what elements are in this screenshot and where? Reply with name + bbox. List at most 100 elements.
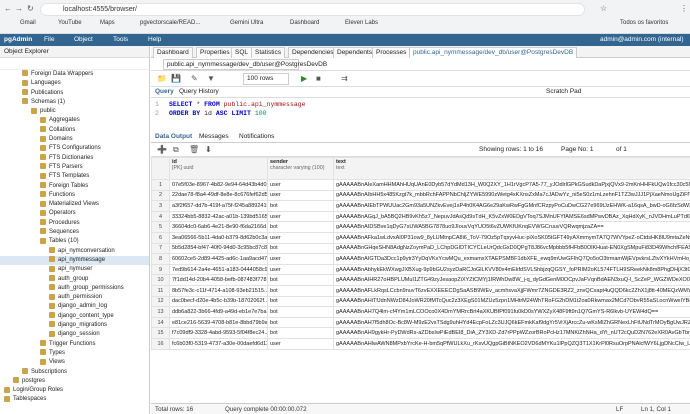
tree-node[interactable]: Collations [0, 126, 149, 135]
table-cell[interactable]: gAAAAABnAIDSBve1qDyG7sUWA5BG7878uo9JIouv… [333, 221, 690, 233]
table-cell[interactable]: gAAAAABnAH7f5dh8Oc-Bc8W-M9zE2vsTSdg9uhHY… [333, 316, 690, 329]
table-cell[interactable]: user [267, 189, 334, 202]
tree-node[interactable]: FTS Templates [0, 172, 149, 181]
table-cell[interactable]: gAAAAABnAIHR27oHBPLUMuI1ZTG49zyJesaopZiX… [333, 274, 690, 286]
table-cell[interactable]: user [267, 253, 334, 265]
table-cell[interactable]: gAAAAABnAIeXamHHMAhHUqUAnE0Dyb57dYdMd13H… [333, 179, 690, 191]
row-number[interactable]: 8 [151, 253, 170, 265]
panel-tab[interactable]: public.api_nymmessage/dev_db/user@Postgr… [409, 47, 578, 58]
rows-limit-select[interactable]: 100 rows [243, 73, 289, 85]
address-bar[interactable]: localhost:4555/browser/ [40, 3, 585, 16]
table-row[interactable]: 12 dac0becf-d20e-4b5c-b39b-18702062f... bo… [151, 295, 690, 308]
table-cell[interactable]: 8b57fe3c-c11f-4714-a108-93eb21515... [169, 284, 268, 297]
tree-node[interactable]: Aggregates [0, 116, 149, 125]
panel-tab[interactable]: Dependents [333, 47, 377, 58]
tree-node[interactable]: Procedures [0, 219, 149, 228]
row-number[interactable]: 7 [151, 242, 170, 255]
tab-messages[interactable]: Messages [199, 133, 229, 140]
tree-node[interactable]: Tables (10) [0, 237, 149, 246]
tab-data-output[interactable]: Data Output [155, 133, 192, 140]
tree-node[interactable]: Schemas (1) [0, 98, 149, 107]
tree-node[interactable]: Materialized Views [0, 200, 149, 209]
scratch-pad-tab[interactable]: Scratch Pad [546, 88, 581, 95]
table-cell[interactable]: 60602ce5-2d89-4425-ad6c-1aa9acd47... [169, 253, 268, 265]
table-cell[interactable]: 7ed9b614-2a4e-4651-a183-0444058c9... [169, 263, 268, 276]
menu-file[interactable]: File [44, 36, 54, 43]
table-cell[interactable]: 5b5d2854-bf47-40f0-94d0-3c95bc87c8... [169, 242, 268, 255]
table-cell[interactable]: gAAAAABnGHqeSHN8AdgNzZoymPaD_LChpDGIDTIC… [333, 242, 690, 255]
table-cell[interactable]: 22dae78-f8a4-49df-8e8e-8c676fef62d5 [169, 189, 268, 202]
tree-node[interactable]: postgres [0, 377, 149, 386]
table-row[interactable]: 15 f7c09df9-3328-4abd-9593-5f04f8ec24... b… [151, 327, 690, 339]
table-row[interactable]: 3 a3f2f657-dd7b-419f-a75f-f245a8892415 bot… [151, 200, 690, 212]
bookmark-star-icon[interactable]: ☆ [600, 4, 607, 13]
tree-node[interactable]: FTS Parsers [0, 163, 149, 172]
bookmark-youtube[interactable]: YouTube [58, 20, 82, 26]
table-cell[interactable]: bot [267, 242, 334, 255]
tree-node[interactable]: Functions [0, 191, 149, 200]
table-cell[interactable]: ddb6a822-3b66-4fd9-a49d-eb1e7e7ba... [169, 306, 268, 318]
bookmark-elevenlabs[interactable]: Eleven Labs [345, 20, 378, 26]
tree-node[interactable]: django_content_type [0, 312, 149, 321]
tree-node[interactable]: Foreign Data Wrappers [0, 70, 149, 79]
delete-icon[interactable]: 🗑 [189, 145, 199, 154]
table-row[interactable]: 10 7f1dd14d-20b4-4058-befb-087483f778... b… [151, 274, 690, 286]
table-cell[interactable]: gAAAAABnAIbHH5x485Kzgt7k_mbbRchFAPPNbChl… [333, 189, 690, 202]
table-row[interactable]: 11 8b57fe3c-c11f-4714-a108-93eb21515... bo… [151, 284, 690, 297]
tree-node[interactable]: api_nymuser [0, 265, 149, 274]
tree-node[interactable]: Login/Group Roles [0, 386, 149, 395]
table-cell[interactable]: bot [267, 306, 334, 318]
tree-node[interactable]: Sequences [0, 228, 149, 237]
row-number[interactable]: 3 [151, 200, 170, 212]
table-row[interactable]: 4 33324bb5-8832-42ac-a01b-139bd5165... use… [151, 210, 690, 223]
tab-query-history[interactable]: Query History [179, 88, 219, 95]
edit-icon[interactable]: ✎ [191, 74, 198, 83]
tree-node[interactable]: Types [0, 349, 149, 358]
table-cell[interactable]: 3ea06566-5b11-4da0-b379-8d62b0c3a... [169, 231, 268, 244]
tree-node[interactable]: Languages [0, 79, 149, 88]
tab-query[interactable]: Query [155, 88, 174, 95]
row-number[interactable]: 13 [151, 306, 170, 318]
tree-node[interactable]: django_migrations [0, 321, 149, 330]
row-number[interactable]: 11 [151, 284, 170, 297]
bookmark-maps[interactable]: Maps [100, 20, 115, 26]
table-cell[interactable]: gAAAAABnAbhykEkWXwgJXBXug-9p9bGU2syzDaRC… [333, 263, 690, 276]
table-cell[interactable]: gAAAAABnAFLkRqsLCcbn9nuvT6zvEXXEEECDgSaA… [333, 284, 690, 297]
row-number[interactable]: 14 [151, 316, 170, 329]
table-cell[interactable]: f7c09df9-3328-4abd-9593-5f04f8ec24... [169, 327, 268, 339]
open-file-icon[interactable]: 📁 [157, 74, 167, 83]
tree-node[interactable]: api_nymmessage [0, 255, 149, 266]
table-row[interactable]: 5 36604dc0-6ab6-4e21-8e90-f6da2166d... bot… [151, 221, 690, 233]
stop-icon[interactable]: ■ [316, 74, 321, 83]
table-cell[interactable]: bot [267, 221, 334, 233]
table-cell[interactable]: gAAAAABnAHlwAWN8MPxbYrcKe-H-bm5qPfWULkXu… [333, 337, 690, 350]
bookmark-dashboard[interactable]: Dashboard [290, 20, 319, 26]
menu-help[interactable]: Help [148, 36, 161, 43]
tree-node[interactable]: Publications [0, 89, 149, 98]
tab-notifications[interactable]: Notifications [239, 133, 274, 140]
row-number[interactable]: 2 [151, 189, 170, 202]
connection-select[interactable]: public.api_nymmessage/dev_db/user@Postgr… [163, 59, 327, 70]
table-row[interactable]: 6 3ea06566-5b11-4da0-b379-8d62b0c3a... use… [151, 231, 690, 244]
table-cell[interactable]: bot [267, 316, 334, 329]
tree-node[interactable]: Trigger Functions [0, 340, 149, 349]
table-cell[interactable]: bot [267, 284, 334, 297]
table-row[interactable]: 1 07e5f03e-8967-4b82-9e94-64d43b4d0... use… [151, 179, 690, 191]
column-header-text[interactable]: text text [333, 157, 690, 180]
panel-tab[interactable]: SQL [231, 47, 253, 58]
table-cell[interactable]: a3f2f657-dd7b-419f-a75f-f245a8892415 [169, 200, 268, 212]
tree-node[interactable]: django_session [0, 330, 149, 339]
table-cell[interactable]: bot [267, 200, 334, 212]
table-cell[interactable]: user [267, 231, 334, 244]
row-number[interactable]: 5 [151, 221, 170, 233]
table-cell[interactable]: gAAAAABnAHiTfJdnNWzD84JoWR20fMTcQuc2z3XE… [333, 295, 690, 308]
row-number[interactable]: 4 [151, 210, 170, 223]
panel-tab[interactable]: Dependencies [288, 47, 338, 58]
table-cell[interactable]: gAAAAABnAFka1wLdvxAI0P31ow9_8yLUMtnpCA8i… [333, 231, 690, 244]
panel-tab[interactable]: Properties [196, 47, 234, 58]
table-cell[interactable]: user [267, 210, 334, 223]
row-number[interactable]: 1 [151, 179, 170, 191]
row-number[interactable]: 16 [151, 337, 170, 350]
tree-node[interactable]: Tablespaces [0, 395, 149, 404]
row-number[interactable]: 15 [151, 327, 170, 339]
